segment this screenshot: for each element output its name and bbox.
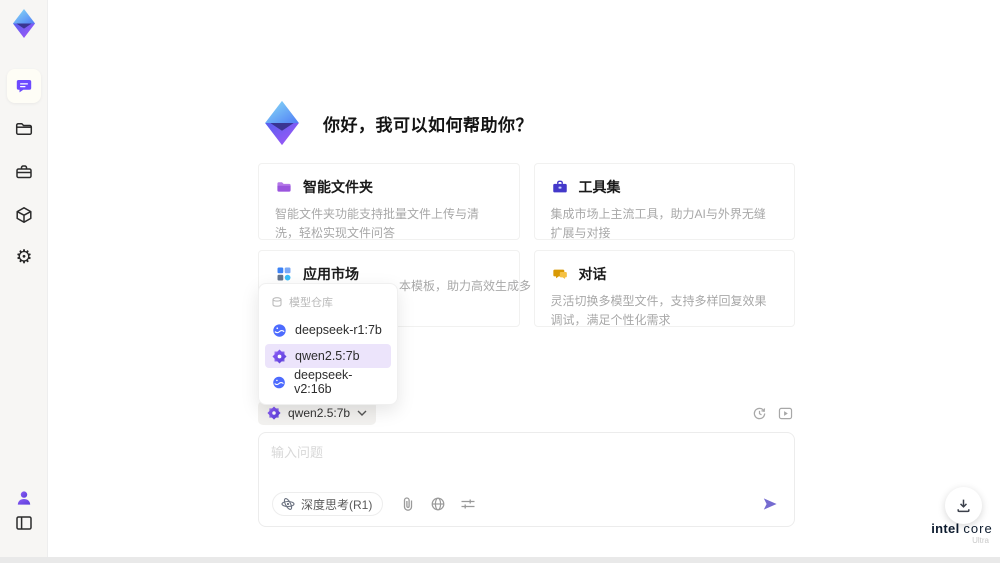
chevron-down-icon: [357, 410, 367, 416]
send-button[interactable]: [759, 494, 781, 514]
model-option-deepseek-v2[interactable]: deepseek-v2:16b: [265, 368, 391, 396]
dialogue-bubbles-icon: [552, 269, 567, 280]
card-desc: 智能文件夹功能支持批量文件上传与清洗，轻松实现文件问答: [275, 207, 480, 240]
card-title: 应用市场: [303, 266, 359, 282]
greeting-block: 你好，我可以如何帮助你？: [256, 96, 533, 150]
card-desc-partial: 本模板，助力高效生成多: [399, 279, 532, 293]
purple-folder-icon: [277, 182, 291, 192]
folder-icon: [15, 122, 33, 136]
gear-icon: ⚙: [15, 246, 33, 268]
card-title: 对话: [578, 266, 607, 282]
model-option-deepseek-r1[interactable]: deepseek-r1:7b: [265, 318, 391, 342]
composer: 深度思考(R1): [258, 432, 795, 527]
card-toolset[interactable]: 工具集 集成市场上主流工具，助力AI与外界无缝扩展与对接: [533, 163, 795, 240]
deep-thinking-label: 深度思考(R1): [301, 497, 373, 512]
sidebar: ⚙: [0, 0, 48, 557]
greeting-title: 你好，我可以如何帮助你？: [323, 115, 533, 135]
model-dropdown: 模型仓库 deepseek-r1:7b qwen2.5:7b deepseek-…: [258, 283, 398, 405]
model-option-qwen[interactable]: qwen2.5:7b: [265, 344, 391, 368]
sidebar-item-settings[interactable]: ⚙: [7, 240, 41, 274]
app-logo-icon: [12, 8, 36, 38]
sidebar-item-models[interactable]: [7, 198, 41, 232]
model-selector-value: qwen2.5:7b: [288, 406, 351, 420]
panel-icon: [16, 516, 32, 530]
download-icon: [957, 499, 970, 513]
bottom-strip: [0, 557, 1000, 563]
history-button[interactable]: [749, 404, 769, 422]
sidebar-toggle[interactable]: [7, 506, 41, 540]
sidebar-item-toolbox[interactable]: [7, 155, 41, 189]
model-dropdown-header-label: 模型仓库: [289, 297, 333, 309]
card-title: 工具集: [578, 179, 621, 195]
app-window: ⚙ 你好，我可以如何帮助你？ 智能文件夹 智能文件夹功能支持批量文件上传与清洗，…: [0, 0, 1000, 563]
app-market-grid-icon: [277, 267, 291, 281]
card-desc: 灵活切换多模型文件，支持多样回复效果调试，满足个性化需求: [550, 294, 767, 327]
video-icon: [778, 407, 792, 419]
cube-icon: [16, 207, 32, 223]
card-dialogue[interactable]: 对话 灵活切换多模型文件，支持多样回复效果调试，满足个性化需求: [533, 250, 795, 327]
intel-badge: intel core Ultra: [931, 521, 993, 545]
repo-icon: [272, 297, 282, 307]
model-dropdown-header: 模型仓库: [263, 291, 393, 316]
model-option-label: qwen2.5:7b: [295, 349, 360, 363]
tuning-button[interactable]: [459, 495, 477, 513]
video-button[interactable]: [775, 404, 795, 422]
sidebar-item-files[interactable]: [7, 112, 41, 146]
qwen-icon: [267, 406, 281, 420]
deepseek-icon: [273, 376, 285, 388]
sliders-icon: [461, 499, 475, 509]
history-icon: [753, 407, 765, 419]
composer-icons: [399, 495, 477, 513]
user-icon: [17, 491, 31, 505]
toolbox-icon: [16, 165, 32, 179]
web-search-button[interactable]: [429, 495, 447, 513]
sidebar-item-chat[interactable]: [7, 69, 41, 103]
toolset-briefcase-icon: [552, 180, 567, 193]
globe-icon: [431, 497, 445, 511]
intel-word: intel: [931, 521, 960, 536]
qwen-icon: [272, 348, 287, 364]
model-option-label: deepseek-r1:7b: [295, 323, 382, 337]
card-smart-folder[interactable]: 智能文件夹 智能文件夹功能支持批量文件上传与清洗，轻松实现文件问答: [258, 163, 520, 240]
attach-button[interactable]: [399, 495, 417, 513]
intel-sub-text: Ultra: [972, 536, 989, 545]
deep-thinking-atom-icon: [281, 498, 295, 510]
deepseek-icon: [273, 323, 286, 337]
download-fab[interactable]: [945, 487, 982, 524]
assistant-logo-icon: [265, 100, 299, 146]
chat-icon: [16, 80, 32, 93]
model-option-label: deepseek-v2:16b: [294, 368, 353, 396]
app-logo: [7, 6, 41, 40]
message-input[interactable]: [271, 442, 781, 488]
deep-thinking-toggle[interactable]: 深度思考(R1): [272, 492, 384, 516]
attachment-icon: [404, 497, 413, 511]
card-desc: 集成市场上主流工具，助力AI与外界无缝扩展与对接: [550, 207, 766, 240]
send-icon: [763, 498, 777, 510]
composer-toolbar: 深度思考(R1): [272, 491, 781, 517]
card-title: 智能文件夹: [303, 179, 373, 195]
